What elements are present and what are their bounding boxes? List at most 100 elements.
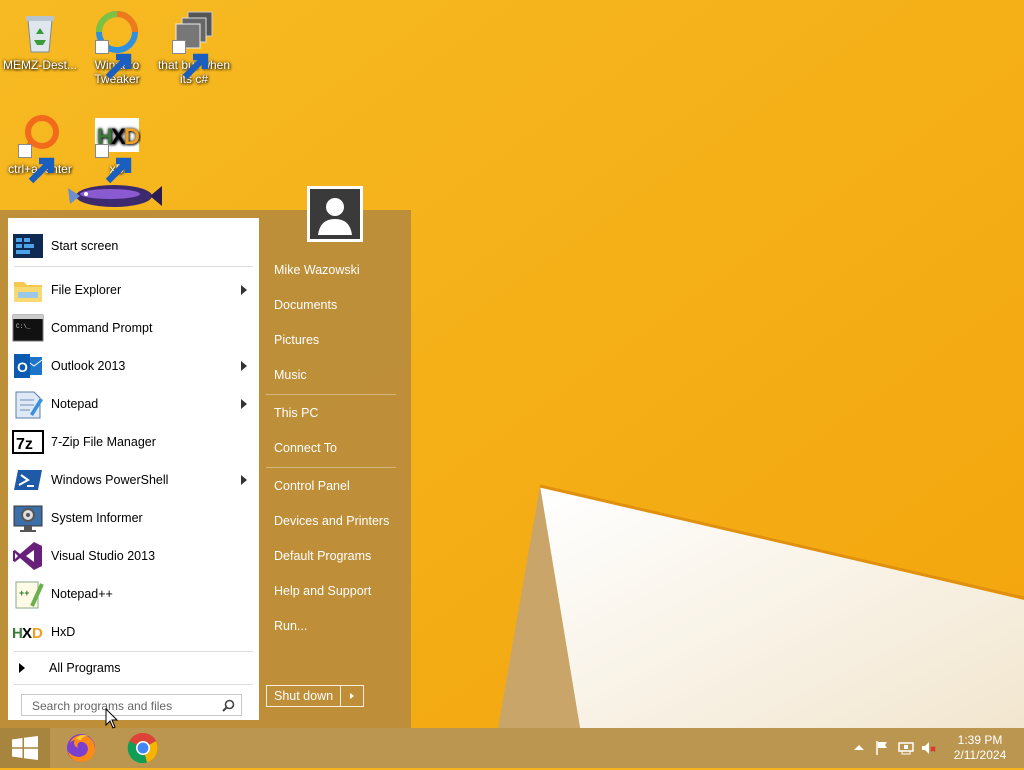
start-screen-icon: [12, 230, 44, 262]
shutdown-button[interactable]: Shut down: [267, 686, 340, 706]
separator: [14, 684, 253, 685]
svg-text:++: ++: [19, 588, 30, 598]
program-item-notepadpp[interactable]: ++ Notepad++: [8, 576, 259, 612]
notepadpp-icon: ++: [12, 578, 44, 610]
program-label: Notepad++: [51, 587, 113, 601]
right-item-music[interactable]: Music: [274, 365, 307, 385]
program-label: 7-Zip File Manager: [51, 435, 156, 449]
windows-logo-icon: [12, 736, 38, 760]
right-item-this-pc[interactable]: This PC: [274, 403, 318, 423]
svg-text:D: D: [32, 625, 43, 642]
chrome-icon: [127, 733, 158, 764]
program-item-visual-studio[interactable]: Visual Studio 2013: [8, 538, 259, 574]
separator: [14, 651, 253, 652]
program-label: Start screen: [51, 239, 119, 253]
recycle-bin-icon: [26, 16, 54, 53]
start-menu: Start screen File Explorer C:\_ Command …: [0, 186, 411, 728]
shortcut-arrow-icon: [95, 40, 132, 80]
mouse-cursor-icon: [105, 708, 119, 729]
program-item-powershell[interactable]: Windows PowerShell: [8, 462, 259, 498]
program-item-file-explorer[interactable]: File Explorer: [8, 272, 259, 308]
shortcut-arrow-icon: [95, 144, 132, 184]
shortcut-arrow-icon: [172, 40, 209, 80]
shortcut-arrow-icon: [18, 144, 55, 184]
program-label: Outlook 2013: [51, 359, 126, 373]
clock-date: 2/11/2024: [953, 748, 1007, 762]
program-item-7zip[interactable]: 7z 7-Zip File Manager: [8, 424, 259, 460]
clock-time: 1:39 PM: [957, 733, 1003, 747]
user-silhouette-icon: [318, 198, 352, 235]
search-box[interactable]: [21, 694, 242, 716]
desktop-icon-memz[interactable]: MEMZ-Dest...: [0, 8, 80, 72]
program-label: System Informer: [51, 511, 143, 525]
right-item-run[interactable]: Run...: [274, 616, 307, 636]
powershell-icon: [12, 464, 44, 496]
right-item-devices-printers[interactable]: Devices and Printers: [274, 511, 389, 531]
submenu-arrow-icon: [241, 475, 247, 485]
triangle-right-icon: [350, 693, 355, 699]
all-programs-button[interactable]: All Programs: [8, 656, 259, 680]
chevron-up-icon[interactable]: [851, 740, 867, 756]
svg-text:X: X: [22, 625, 32, 642]
search-icon[interactable]: [222, 699, 235, 712]
program-label: HxD: [51, 625, 76, 639]
program-item-system-informer[interactable]: System Informer: [8, 500, 259, 536]
program-item-start-screen[interactable]: Start screen: [8, 228, 259, 264]
right-item-control-panel[interactable]: Control Panel: [274, 476, 350, 496]
notepad-icon: [12, 388, 44, 420]
program-item-hxd[interactable]: HXD HxD: [8, 614, 259, 650]
shutdown-button-group: Shut down: [266, 685, 365, 707]
desktop-icon-winaero[interactable]: Winaero Tweaker: [77, 8, 157, 86]
volume-muted-icon[interactable]: [921, 740, 937, 756]
flag-icon[interactable]: [874, 740, 890, 756]
right-item-documents[interactable]: Documents: [274, 295, 337, 315]
program-item-command-prompt[interactable]: C:\_ Command Prompt: [8, 310, 259, 346]
taskbar-firefox[interactable]: [64, 731, 98, 765]
right-item-user[interactable]: Mike Wazowski: [274, 260, 360, 280]
taskbar: 1:39 PM 2/11/2024: [0, 728, 1024, 768]
program-label: File Explorer: [51, 283, 122, 297]
separator: [266, 394, 396, 395]
7zip-icon: 7z: [12, 426, 44, 458]
outlook-icon: O: [12, 350, 44, 382]
shutdown-options-button[interactable]: [340, 686, 363, 706]
desktop-icon-ctrl-a[interactable]: ctrl+a, enter: [0, 112, 80, 184]
fish-icon: [68, 185, 162, 207]
program-label: Visual Studio 2013: [51, 549, 156, 563]
triangle-right-icon: [19, 663, 25, 673]
submenu-arrow-icon: [241, 399, 247, 409]
start-menu-programs-panel: Start screen File Explorer C:\_ Command …: [8, 218, 259, 720]
svg-text:O: O: [17, 359, 28, 375]
program-item-outlook[interactable]: O Outlook 2013: [8, 348, 259, 384]
svg-text:C:\_: C:\_: [16, 323, 31, 330]
folder-icon: [12, 274, 44, 306]
taskbar-clock[interactable]: 1:39 PM 2/11/2024: [944, 733, 1016, 763]
firefox-icon: [67, 734, 95, 762]
right-item-default-programs[interactable]: Default Programs: [274, 546, 371, 566]
visual-studio-icon: [12, 540, 44, 572]
program-label: Command Prompt: [51, 321, 153, 335]
desktop-icon-that-but-when[interactable]: that but when its c#: [154, 8, 234, 86]
submenu-arrow-icon: [241, 361, 247, 371]
start-button[interactable]: [0, 728, 50, 768]
program-label: Windows PowerShell: [51, 473, 169, 487]
search-input[interactable]: [30, 696, 224, 716]
svg-text:7z: 7z: [16, 436, 33, 453]
right-item-connect-to[interactable]: Connect To: [274, 438, 337, 458]
cmd-icon: C:\_: [12, 312, 44, 344]
separator: [266, 467, 396, 468]
separator: [14, 266, 253, 267]
all-programs-label: All Programs: [49, 661, 121, 675]
user-avatar[interactable]: [307, 186, 363, 242]
program-item-notepad[interactable]: Notepad: [8, 386, 259, 422]
system-informer-icon: [12, 502, 44, 534]
taskbar-chrome[interactable]: [126, 731, 160, 765]
submenu-arrow-icon: [241, 285, 247, 295]
program-label: Notepad: [51, 397, 99, 411]
desktop-icon-label: MEMZ-Dest...: [3, 58, 77, 72]
right-item-help-support[interactable]: Help and Support: [274, 581, 371, 601]
hxd-icon: HXD: [12, 616, 44, 648]
network-icon[interactable]: [898, 740, 914, 756]
right-item-pictures[interactable]: Pictures: [274, 330, 319, 350]
desktop-icon-xd[interactable]: H X D xD: [77, 112, 157, 184]
